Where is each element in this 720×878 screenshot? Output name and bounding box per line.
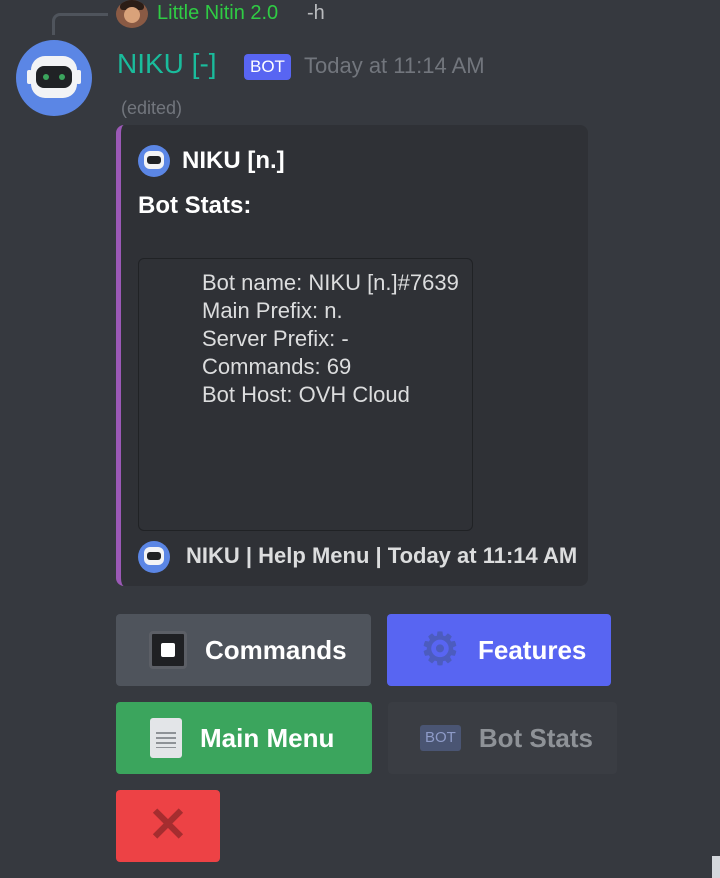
bot-badge-icon: BOT [420,725,461,751]
terminal-icon [149,631,187,669]
message-author[interactable]: NIKU [-] [117,48,217,80]
stat-line: Commands: 69 [202,354,352,379]
reply-content[interactable]: -h [307,2,325,25]
stat-line: Bot Host: OVH Cloud [202,382,410,407]
bot-tag: BOT [244,54,291,80]
reply-connector [52,13,108,35]
message-timestamp[interactable]: Today at 11:14 AM [304,53,485,79]
bot-avatar[interactable] [16,40,92,116]
gear-icon: ⚙ [420,625,460,674]
main-menu-button[interactable]: Main Menu [116,702,372,774]
close-button[interactable]: ✕ [116,790,220,862]
features-label: Features [478,634,587,665]
commands-button[interactable]: Commands [116,614,371,686]
stat-line: Bot name: NIKU [n.]#7639 [202,270,459,295]
features-button[interactable]: ⚙ Features [387,614,611,686]
embed-title: Bot Stats: [138,192,252,219]
document-icon [150,718,182,758]
commands-label: Commands [205,634,347,665]
edited-label: (edited) [121,98,183,118]
reply-author[interactable]: Little Nitin 2.0 [157,2,278,25]
scrollbar[interactable] [712,856,720,878]
bot-stats-label: Bot Stats [478,722,593,753]
bot-stats-button[interactable]: BOT Bot Stats [388,702,617,774]
stat-line: Server Prefix: - [202,326,349,351]
embed-footer: NIKU | Help Menu | Today at 11:14 AM [186,543,578,568]
main-menu-label: Main Menu [200,722,335,753]
embed-footer-icon [138,541,170,573]
x-icon: ✕ [147,799,189,852]
embed-author: NIKU [n.] [182,147,285,174]
reply-avatar[interactable] [116,0,148,28]
stat-line: Main Prefix: n. [202,298,343,323]
stats-codeblock: Bot name: NIKU [n.]#7639 Main Prefix: n.… [138,258,473,531]
embed-author-icon [138,145,170,177]
